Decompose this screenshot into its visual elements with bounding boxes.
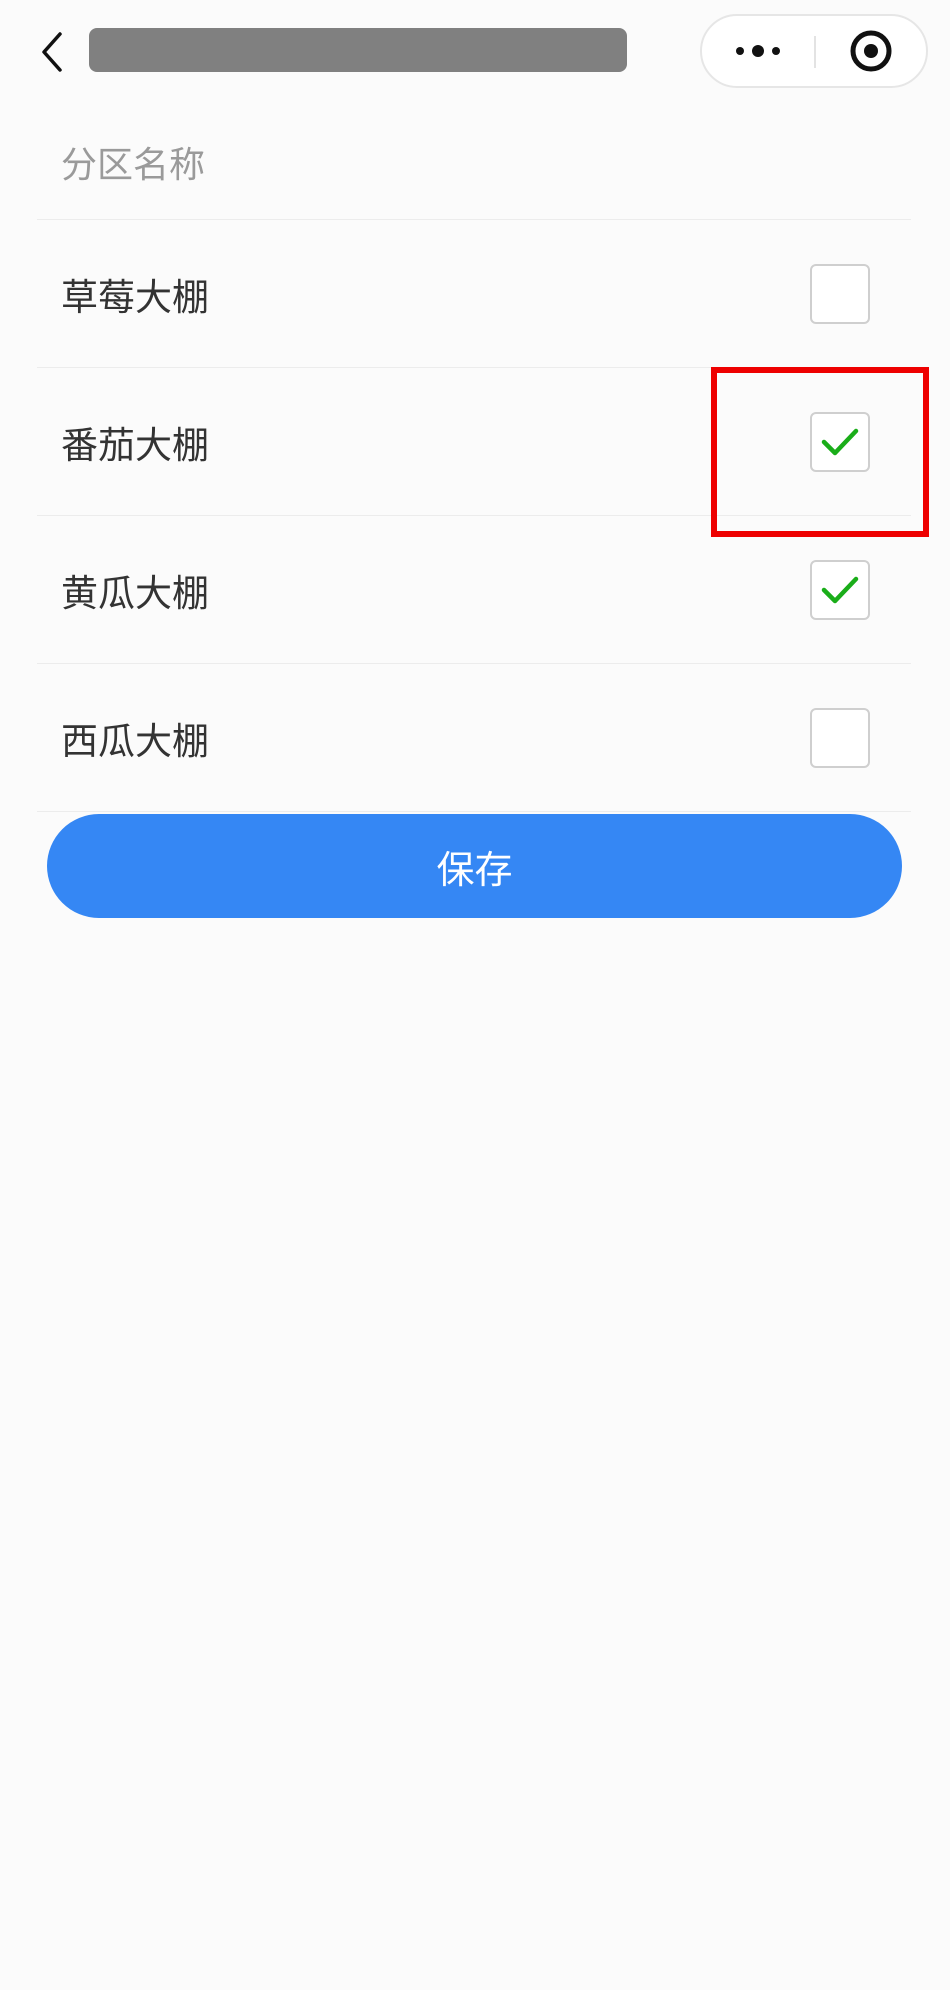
target-circle-icon (850, 30, 892, 72)
zone-list: 分区名称 草莓大棚 番茄大棚 黄瓜大棚 西瓜大棚 (37, 104, 911, 812)
checkmark-icon (821, 576, 859, 603)
navigation-bar (0, 0, 950, 104)
checkbox[interactable] (810, 411, 870, 472)
list-header: 分区名称 (37, 104, 911, 220)
list-item-label: 草莓大棚 (61, 275, 209, 319)
list-item[interactable]: 草莓大棚 (37, 220, 911, 368)
more-dots-icon (736, 45, 780, 57)
more-button[interactable] (702, 16, 814, 86)
checkbox[interactable] (810, 263, 870, 324)
page-title-placeholder (89, 28, 627, 72)
list-item[interactable]: 黄瓜大棚 (37, 516, 911, 664)
chevron-left-icon (42, 32, 62, 72)
capsule-menu (700, 14, 928, 88)
close-button[interactable] (816, 16, 926, 86)
list-item[interactable]: 番茄大棚 (37, 368, 911, 516)
checkbox[interactable] (810, 707, 870, 768)
list-item-label: 番茄大棚 (61, 423, 209, 467)
save-button[interactable]: 保存 (47, 814, 902, 918)
back-button[interactable] (28, 18, 76, 86)
checkmark-icon (821, 428, 859, 455)
list-item[interactable]: 西瓜大棚 (37, 664, 911, 812)
list-header-label: 分区名称 (61, 144, 206, 186)
list-item-label: 黄瓜大棚 (61, 571, 209, 615)
list-item-label: 西瓜大棚 (61, 719, 209, 763)
checkbox[interactable] (810, 559, 870, 620)
